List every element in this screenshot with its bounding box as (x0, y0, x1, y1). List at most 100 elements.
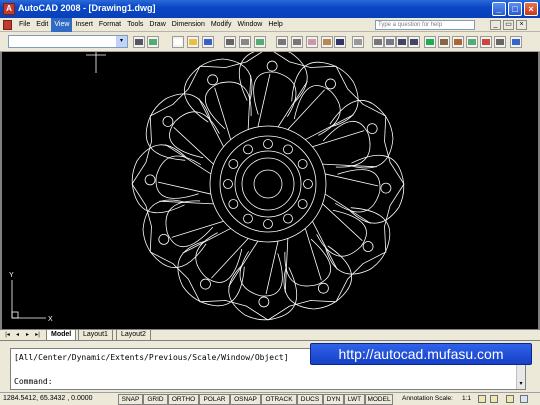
outer-profile (131, 52, 405, 321)
annotation-visibility-icon[interactable] (490, 395, 498, 403)
zoom-icon-glyph (386, 39, 394, 45)
document-icon[interactable] (3, 20, 12, 30)
menu-item-modify[interactable]: Modify (208, 18, 235, 32)
toggle-model[interactable]: MODEL (365, 394, 393, 405)
bolt-hole (283, 213, 293, 224)
petal-hole (317, 282, 329, 294)
minimize-button[interactable]: _ (492, 2, 506, 16)
bolt-hole (228, 199, 239, 209)
toggle-osnap[interactable]: OSNAP (230, 394, 261, 405)
preview-icon[interactable] (239, 36, 251, 48)
toggle-ducs[interactable]: DUCS (297, 394, 323, 405)
markup-icon-glyph (482, 39, 490, 45)
inner-petal (293, 85, 341, 136)
sheet-set-icon[interactable] (466, 36, 478, 48)
menu-item-file[interactable]: File (16, 18, 33, 32)
save-icon[interactable] (202, 36, 214, 48)
petal-outline (291, 61, 359, 127)
properties-icon[interactable] (424, 36, 436, 48)
print-icon[interactable] (224, 36, 236, 48)
match-icon[interactable] (321, 36, 333, 48)
gear-icon[interactable] (133, 36, 145, 48)
clean-screen-icon[interactable] (520, 395, 528, 403)
markup-icon[interactable] (480, 36, 492, 48)
petal-outline (329, 100, 394, 169)
cut-icon[interactable] (276, 36, 288, 48)
palette-icon-glyph (149, 39, 157, 45)
scroll-down-icon[interactable]: ▾ (517, 380, 525, 389)
zoom-window-icon[interactable] (396, 36, 408, 48)
pan-icon[interactable] (372, 36, 384, 48)
menu-item-dimension[interactable]: Dimension (169, 18, 208, 32)
calculator-icon[interactable] (494, 36, 506, 48)
publish-icon[interactable] (254, 36, 266, 48)
undo-icon[interactable] (334, 36, 346, 48)
zoom-previous-icon[interactable] (408, 36, 420, 48)
open-icon-glyph (189, 39, 197, 45)
petal-outline (145, 93, 211, 161)
bolt-hole (303, 179, 313, 189)
tool-palette-icon[interactable] (452, 36, 464, 48)
bolt-hole (243, 144, 253, 155)
ucs-y-label: Y (9, 272, 14, 279)
publish-icon-glyph (256, 39, 264, 45)
coordinate-readout[interactable]: 1284.5412, 65.3432 , 0.0000 (3, 395, 93, 402)
petal-outline (325, 207, 391, 275)
window-title: AutoCAD 2008 - [Drawing1.dwg] (18, 3, 156, 13)
menu-item-window[interactable]: Window (234, 18, 265, 32)
doc-close-button[interactable]: × (516, 20, 527, 30)
previous-tab-button[interactable]: ◂ (13, 331, 22, 340)
zoom-icon[interactable] (384, 36, 396, 48)
menu-item-format[interactable]: Format (96, 18, 124, 32)
annotation-scale-label: Annotation Scale: (402, 395, 453, 402)
open-icon[interactable] (187, 36, 199, 48)
doc-minimize-button[interactable]: _ (490, 20, 501, 30)
maximize-button[interactable]: □ (508, 2, 522, 16)
command-prompt[interactable]: Command: (14, 377, 53, 386)
next-tab-button[interactable]: ▸ (23, 331, 32, 340)
toggle-dyn[interactable]: DYN (323, 394, 344, 405)
palette-icon[interactable] (147, 36, 159, 48)
help-icon[interactable] (510, 36, 522, 48)
petal-hole (207, 74, 219, 86)
new-icon[interactable] (172, 36, 184, 48)
bolt-hole (223, 179, 233, 189)
workspace-select[interactable]: ▾ (8, 35, 128, 48)
help-search-input[interactable]: Type a question for help (375, 20, 475, 30)
first-tab-button[interactable]: |◂ (3, 331, 12, 340)
lock-icon[interactable] (478, 395, 486, 403)
close-button[interactable]: × (524, 2, 538, 16)
drawing-canvas[interactable]: Y X (0, 52, 540, 329)
new-icon-glyph (174, 39, 182, 45)
copy-icon[interactable] (291, 36, 303, 48)
title-bar: A AutoCAD 2008 - [Drawing1.dwg] _ □ × (0, 0, 540, 18)
toggle-ortho[interactable]: ORTHO (168, 394, 199, 405)
paste-icon[interactable] (306, 36, 318, 48)
chevron-down-icon[interactable]: ▾ (116, 36, 127, 47)
petal-outline (349, 154, 405, 224)
petal-hole (258, 296, 270, 308)
toggle-otrack[interactable]: OTRACK (261, 394, 297, 405)
command-history: [All/Center/Dynamic/Extents/Previous/Sca… (14, 353, 289, 362)
menu-item-edit[interactable]: Edit (33, 18, 51, 32)
preview-icon-glyph (241, 39, 249, 45)
toggle-polar[interactable]: POLAR (199, 394, 230, 405)
menu-item-tools[interactable]: Tools (124, 18, 146, 32)
menu-item-view[interactable]: View (51, 18, 73, 32)
menu-item-draw[interactable]: Draw (146, 18, 168, 32)
doc-restore-button[interactable]: ▭ (503, 20, 514, 30)
menu-item-insert[interactable]: Insert (72, 18, 96, 32)
bolt-hole (228, 159, 239, 169)
toggle-grid[interactable]: GRID (143, 394, 168, 405)
toggle-snap[interactable]: SNAP (118, 394, 143, 405)
last-tab-button[interactable]: ▸| (33, 331, 42, 340)
drawing-svg[interactable]: Y X (2, 52, 538, 329)
toggle-lwt[interactable]: LWT (344, 394, 365, 405)
design-center-icon[interactable] (438, 36, 450, 48)
menu-items: File Edit View Insert Format Tools Draw Dimensi… (16, 18, 286, 32)
autocad-logo-icon[interactable]: A (3, 3, 15, 15)
annotation-scale-value[interactable]: 1:1 (462, 395, 471, 402)
menu-item-help[interactable]: Help (265, 18, 285, 32)
redo-icon[interactable] (352, 36, 364, 48)
tray-settings-icon[interactable] (506, 395, 514, 403)
